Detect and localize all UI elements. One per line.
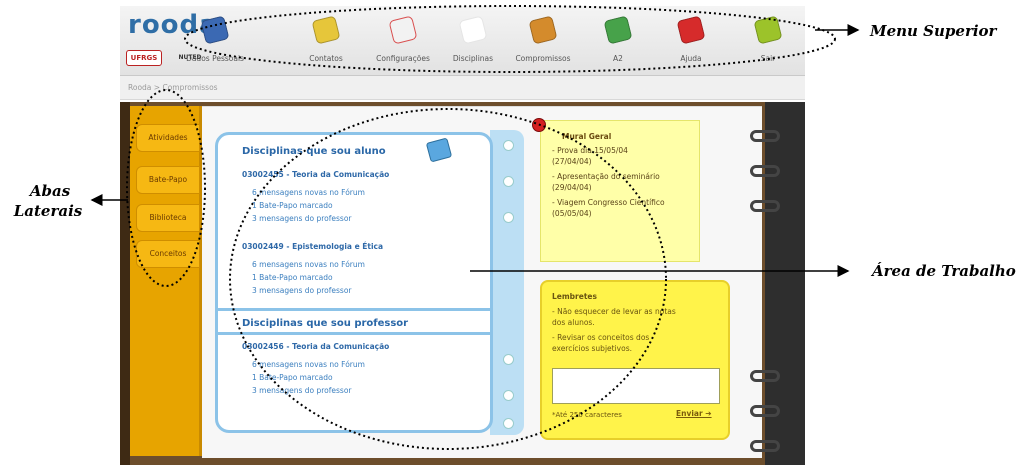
annotation-abas-line2: Laterais [13,202,83,220]
annotation-overlay [90,5,860,450]
annotation-area-trabalho: Área de Trabalho [872,262,1016,280]
top-menu-highlight [184,5,836,73]
side-tabs-highlight [126,89,206,287]
work-area-highlight [229,108,667,450]
annotation-menu-superior: Menu Superior [870,22,997,40]
annotation-abas-line1: Abas [29,182,71,200]
